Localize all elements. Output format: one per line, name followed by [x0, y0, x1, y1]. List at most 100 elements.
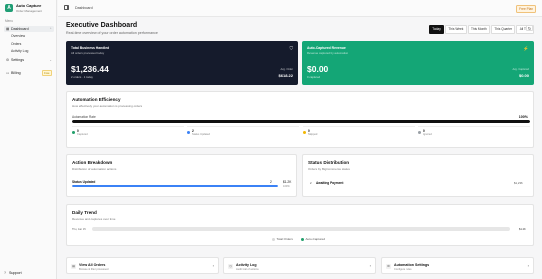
- stat-captured: 0 Captured: [72, 126, 184, 137]
- stat-label: Ignored: [423, 133, 432, 136]
- sidebar: A Auto Capture Order Management Menu ▦ D…: [0, 0, 57, 279]
- panel-subtitle: How effectively your automation is proce…: [72, 103, 143, 108]
- trend-track[interactable]: [92, 226, 510, 231]
- status-distribution-panel: Status Distribution Orders by BigCommerc…: [302, 154, 534, 197]
- breakdown-fill: [72, 185, 278, 187]
- menu-label: Menu: [5, 19, 13, 23]
- refresh-button[interactable]: ↻: [526, 25, 533, 31]
- status-row-label: Awaiting Payment: [316, 181, 344, 185]
- chevron-right-icon: ›: [212, 263, 214, 268]
- legend-label: Total Orders: [276, 237, 293, 241]
- kpi-footnote: 0 captured: [307, 75, 321, 79]
- quick-link-activity-log[interactable]: ◷ Activity Log Audit trail of actions ›: [223, 257, 376, 274]
- stat-count: 0: [77, 128, 79, 133]
- trend-fill: [92, 226, 510, 231]
- page-title: Executive Dashboard: [66, 22, 138, 29]
- quick-link-orders[interactable]: ▤ View All Orders Browse & filter proces…: [66, 257, 219, 274]
- bolt-icon: ⚡: [523, 46, 529, 51]
- sidebar-item-settings[interactable]: ⚙ Settings ⌄: [4, 57, 54, 63]
- legend-dot-icon: [301, 237, 304, 241]
- kpi-avg-value: $0.00: [518, 72, 529, 78]
- plan-badge[interactable]: Free Plan: [516, 4, 536, 13]
- sidebar-item-label: Support: [9, 271, 22, 275]
- panel-title: Daily Trend: [72, 210, 97, 215]
- stat-status-updated: 2 Status Updated: [187, 126, 299, 137]
- status-dot-icon: [303, 130, 306, 134]
- action-breakdown-panel: Action Breakdown Distribution of automat…: [66, 154, 297, 197]
- sidebar-toggle-icon[interactable]: [64, 5, 69, 10]
- kpi-avg-label: Avg. Captured: [512, 68, 529, 71]
- panel-subtitle: Orders by BigCommerce status: [308, 166, 350, 171]
- sidebar-item-label: Dashboard: [11, 27, 29, 31]
- kpi-subtitle: Revenue captured by automation: [307, 51, 349, 55]
- status-row-value: $1,236: [514, 181, 523, 185]
- kpi-value: $1,236.44: [71, 64, 109, 74]
- stat-skipped: 0 Skipped: [303, 126, 415, 137]
- kpi-card-business: Total Business Handled All orders proces…: [66, 41, 298, 85]
- quick-link-automation-settings[interactable]: ⚙ Automation Settings Configure rules ›: [381, 257, 534, 274]
- automation-rate-label: Automation Rate: [72, 115, 96, 119]
- kpi-card-auto-captured: Auto-Captured Revenue Revenue captured b…: [302, 41, 534, 85]
- automation-rate-fill: [72, 120, 530, 123]
- cart-icon: ⛉: [289, 46, 293, 51]
- clock-icon: ◷: [228, 263, 233, 269]
- automation-rate-value: 100%: [518, 114, 528, 119]
- panel-title: Action Breakdown: [72, 160, 113, 165]
- daily-trend-panel: Daily Trend Revenue and captures over ti…: [66, 204, 534, 246]
- brand[interactable]: A Auto Capture Order Management: [5, 3, 43, 13]
- trend-day-label: Thu, Jan 15: [72, 227, 86, 231]
- refresh-icon: ↻: [527, 26, 532, 31]
- sidebar-subitem-overview[interactable]: Overview: [11, 34, 25, 38]
- breakdown-row-label: Status Updated: [72, 180, 96, 184]
- quick-link-subtitle: Browse & filter processed: [79, 268, 109, 271]
- stat-count: 0: [308, 128, 310, 133]
- sidebar-item-billing[interactable]: ▭ Billing Free: [4, 70, 54, 76]
- sidebar-item-label: Settings: [11, 58, 24, 62]
- sidebar-subitem-activity-log[interactable]: Activity Log: [11, 49, 28, 53]
- quick-link-title: Activity Log: [236, 263, 257, 267]
- kpi-subtitle: All orders processed today: [71, 51, 105, 55]
- kpi-value: $0.00: [307, 64, 329, 74]
- chevron-right-icon: ›: [527, 263, 529, 268]
- kpi-avg-value: $618.22: [278, 72, 293, 78]
- breakdown-row-value: $1.2K: [283, 180, 292, 184]
- stat-label: Skipped: [308, 133, 318, 136]
- brand-subtitle: Order Management: [16, 8, 43, 13]
- kpi-footnote: 2 orders · 1 today: [71, 75, 93, 79]
- chevron-right-icon: ›: [369, 263, 371, 268]
- sidebar-item-support[interactable]: ? Support: [4, 271, 22, 275]
- legend-total-orders: Total Orders: [272, 237, 293, 241]
- sidebar-item-label: Billing: [11, 71, 21, 75]
- page-subtitle: Real-time overview of your order automat…: [66, 31, 158, 35]
- range-this-quarter[interactable]: This Quarter: [491, 25, 516, 34]
- legend-label: Auto-Captured: [305, 237, 326, 241]
- kpi-title: Total Business Handled: [71, 46, 110, 50]
- range-this-month[interactable]: This Month: [467, 25, 491, 34]
- sidebar-subitem-orders[interactable]: Orders: [11, 42, 21, 46]
- panel-title: Automation Efficiency: [72, 97, 121, 102]
- status-dot-icon: [187, 130, 190, 134]
- range-this-week[interactable]: This Week: [445, 25, 467, 34]
- breakdown-row-pct: 100%: [283, 185, 290, 188]
- range-selector: Today This Week This Month This Quarter …: [429, 25, 535, 34]
- breadcrumb[interactable]: Dashboard: [75, 6, 93, 10]
- chevron-up-icon: ⌃: [49, 27, 52, 31]
- brand-name: Auto Capture: [16, 3, 42, 8]
- range-today[interactable]: Today: [429, 25, 445, 34]
- stat-label: Captured: [77, 133, 88, 136]
- stat-label: Status Updated: [192, 133, 210, 136]
- status-row-count: 2: [310, 181, 312, 185]
- list-icon: ▤: [71, 263, 76, 269]
- billing-badge: Free: [41, 70, 52, 76]
- panel-subtitle: Revenue and captures over time: [72, 216, 116, 221]
- legend-auto-captured: Auto-Captured: [301, 237, 325, 241]
- sidebar-item-dashboard[interactable]: ▦ Dashboard ⌃: [4, 26, 54, 32]
- kpi-title: Auto-Captured Revenue: [307, 46, 346, 50]
- breakdown-row-count: 2: [270, 180, 272, 184]
- stat-count: 0: [423, 128, 425, 133]
- quick-link-title: Automation Settings: [394, 263, 430, 267]
- quick-link-subtitle: Configure rules: [394, 268, 412, 271]
- quick-link-title: View All Orders: [79, 263, 106, 267]
- quick-link-subtitle: Audit trail of actions: [236, 268, 259, 271]
- stat-count: 2: [192, 128, 194, 133]
